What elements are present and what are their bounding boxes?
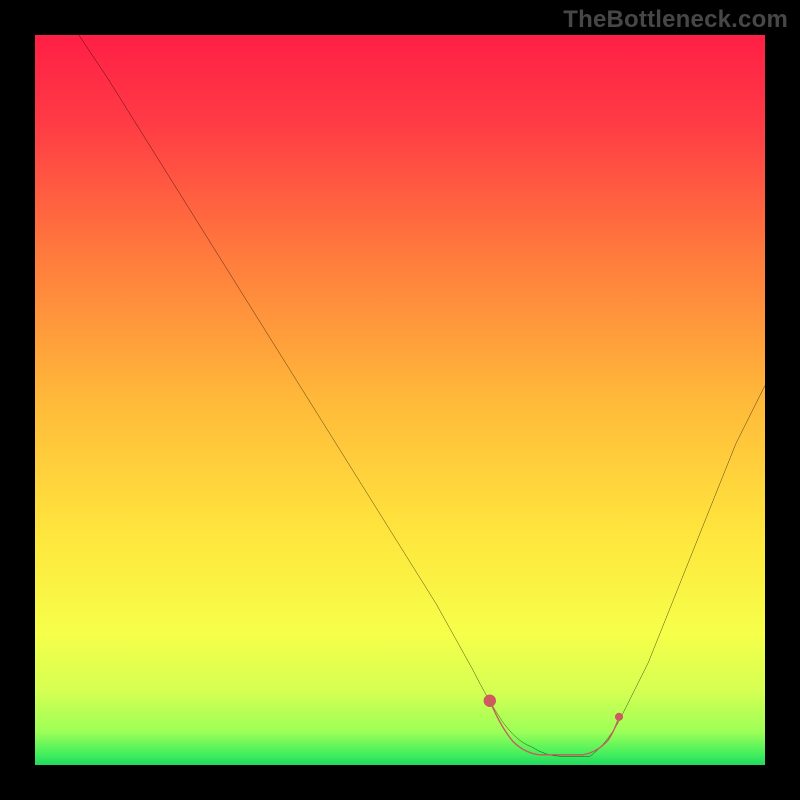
curve-path (79, 35, 765, 756)
optimal-zone-end-dot (615, 713, 623, 721)
optimal-zone-start-dot (484, 695, 496, 707)
bottleneck-curve (35, 35, 765, 765)
optimal-zone-marker (490, 701, 619, 755)
watermark-text: TheBottleneck.com (563, 6, 788, 34)
chart-frame (35, 35, 765, 765)
